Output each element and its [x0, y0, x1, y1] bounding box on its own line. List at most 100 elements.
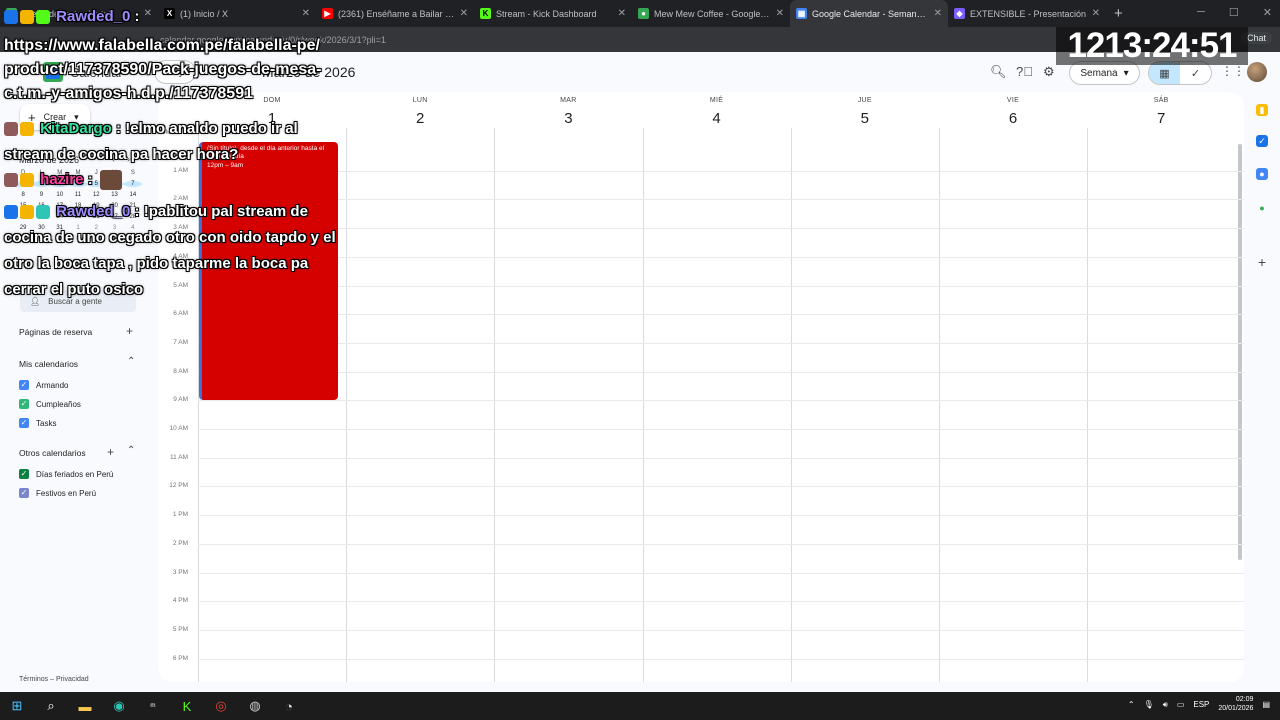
chevron-up-icon[interactable]: ⌃ — [127, 445, 135, 456]
day-number[interactable]: 6 — [939, 110, 1087, 127]
badge-icon — [4, 205, 18, 220]
avatar[interactable] — [1247, 62, 1267, 82]
tab-close-icon[interactable]: ✕ — [144, 8, 152, 19]
tab-close-icon[interactable]: ✕ — [934, 8, 942, 19]
browser-tab[interactable]: K Stream - Kick Dashboard ✕ — [474, 0, 632, 27]
browser-tab[interactable]: X (1) Inicio / X ✕ — [158, 0, 316, 27]
new-tab-button[interactable]: + — [1106, 5, 1131, 22]
browser-tab[interactable]: ● Mew Mew Coffee - Google Maps ✕ — [632, 0, 790, 27]
day-header[interactable]: MAR 3 — [494, 97, 642, 127]
checkbox-icon[interactable]: ✓ — [19, 488, 29, 498]
checkbox-icon[interactable]: ✓ — [19, 469, 29, 479]
edge-icon[interactable]: ◉ — [102, 692, 136, 720]
mini-calendar-day[interactable]: 12 — [87, 192, 105, 198]
hour-label: 5 PM — [172, 625, 188, 633]
hour-label: 1 PM — [172, 511, 188, 519]
gear-icon[interactable]: ⚙ — [1043, 64, 1055, 80]
day-number[interactable]: 3 — [494, 110, 642, 127]
windows-start-icon[interactable]: ⊞ — [0, 692, 34, 720]
add-addon-icon[interactable]: + — [1256, 254, 1268, 270]
mini-calendar-day[interactable]: 9 — [32, 192, 50, 198]
scrollbar[interactable] — [1238, 144, 1242, 560]
mini-calendar-day[interactable]: 11 — [69, 192, 87, 198]
tab-close-icon[interactable]: ✕ — [776, 8, 784, 19]
browser-tab[interactable]: ▶ (2361) Enséñame a Bailar - YouTube ✕ — [316, 0, 474, 27]
mini-calendar-day[interactable]: 14 — [124, 192, 142, 198]
language-indicator[interactable]: ESP — [1193, 700, 1209, 709]
calendar-item[interactable]: ✓ Festivos en Perú — [19, 488, 96, 498]
network-icon[interactable]: ▭ — [1177, 700, 1185, 709]
booking-pages-title[interactable]: Páginas de reserva — [19, 327, 92, 337]
notification-icon[interactable]: ▤ — [1262, 700, 1270, 709]
shield-icon: ◆ — [954, 8, 965, 19]
footer-links[interactable]: Términos – Privacidad — [19, 676, 89, 683]
hour-gridline — [198, 515, 1244, 517]
column-divider — [790, 128, 792, 682]
tab-close-icon[interactable]: ✕ — [302, 8, 310, 19]
chevron-down-icon: ▾ — [1123, 67, 1129, 79]
chevron-up-icon[interactable]: ⌃ — [127, 356, 135, 367]
tab-close-icon[interactable]: ✕ — [618, 8, 626, 19]
search-icon[interactable]: ⌕ — [34, 692, 68, 720]
day-number[interactable]: 2 — [346, 110, 494, 127]
day-number[interactable]: 5 — [791, 110, 939, 127]
chat-username: Rawded_0 — [56, 8, 131, 25]
tab-close-icon[interactable]: ✕ — [460, 8, 468, 19]
avatar-icon — [4, 122, 18, 137]
kick-icon[interactable]: K — [170, 692, 204, 720]
help-icon[interactable]: ?⃝ — [1016, 64, 1033, 79]
tasks-icon[interactable]: ✓ — [1256, 135, 1268, 147]
mini-calendar-day[interactable]: 10 — [51, 192, 69, 198]
chat-message: Rawded_0 : — [4, 8, 140, 25]
chrome-icon[interactable]: ◎ — [204, 692, 238, 720]
file-explorer-icon[interactable]: ▬ — [68, 692, 102, 720]
mini-calendar-day[interactable]: 7 — [123, 181, 142, 187]
app-icon[interactable]: ᵐ — [136, 692, 170, 720]
day-header[interactable]: JUE 5 — [791, 97, 939, 127]
browser-tab[interactable]: ◆ EXTENSIBLE - Presentación ✕ — [948, 0, 1106, 27]
clock[interactable]: 02:09 20/01/2026 — [1218, 696, 1253, 714]
maps-icon[interactable]: ● — [1256, 202, 1268, 214]
calendar-item[interactable]: ✓ Cumpleaños — [19, 399, 81, 409]
tab-close-icon[interactable]: ✕ — [1092, 8, 1100, 19]
youtube-icon: ▶ — [322, 8, 333, 19]
day-name: SÁB — [1153, 97, 1169, 104]
checkbox-icon[interactable]: ✓ — [19, 380, 29, 390]
mini-calendar-day[interactable]: 13 — [105, 192, 123, 198]
browser-tab-active[interactable]: ▦ Google Calendar - Semana del 1 de ✕ — [790, 0, 948, 27]
maps-pin-icon: ● — [638, 8, 649, 19]
badge-icon — [36, 10, 50, 25]
calendar-item[interactable]: ✓ Armando — [19, 380, 68, 390]
keep-icon[interactable]: ▮ — [1256, 104, 1268, 116]
day-header[interactable]: LUN 2 — [346, 97, 494, 127]
day-header[interactable]: VIE 6 — [939, 97, 1087, 127]
calendar-item[interactable]: ✓ Días feriados en Perú — [19, 469, 113, 479]
day-header[interactable]: MIÉ 4 — [643, 97, 791, 127]
add-calendar-icon[interactable]: + — [107, 445, 114, 459]
checkbox-icon[interactable]: ✓ — [19, 418, 29, 428]
contacts-icon[interactable]: ● — [1256, 168, 1268, 180]
checkbox-icon[interactable]: ✓ — [19, 399, 29, 409]
volume-icon[interactable]: 🔊︎ — [1163, 700, 1168, 710]
chat-message: Rawded_0 : !pablitou pal stream de cocin… — [4, 203, 336, 298]
chevron-up-icon[interactable]: ⌃ — [1128, 700, 1135, 709]
recorder-icon[interactable]: ◔ — [272, 692, 306, 720]
other-calendars-title[interactable]: Otros calendarios — [19, 448, 86, 458]
day-header[interactable]: SÁB 7 — [1087, 97, 1235, 127]
mini-calendar-day[interactable]: 8 — [14, 192, 32, 198]
day-number[interactable]: 7 — [1087, 110, 1235, 127]
hour-gridline — [198, 629, 1244, 631]
add-booking-icon[interactable]: + — [126, 324, 133, 338]
calendar-label: Días feriados en Perú — [36, 469, 114, 479]
maximize-icon[interactable]: ☐ — [1229, 6, 1239, 19]
day-number[interactable]: 4 — [643, 110, 791, 127]
close-window-icon[interactable]: ✕ — [1263, 6, 1272, 19]
obs-icon[interactable]: ◍ — [238, 692, 272, 720]
search-icon[interactable]: 🔍︎ — [990, 64, 1007, 80]
calendar-item[interactable]: ✓ Tasks — [19, 418, 56, 428]
minimize-icon[interactable]: ─ — [1197, 6, 1205, 19]
microphone-icon[interactable]: 🎙︎ — [1144, 700, 1154, 709]
tab-title: Google Calendar - Semana del 1 de — [812, 8, 929, 19]
tab-title: EXTENSIBLE - Presentación — [970, 8, 1087, 19]
my-calendars-title[interactable]: Mis calendarios — [19, 359, 78, 369]
